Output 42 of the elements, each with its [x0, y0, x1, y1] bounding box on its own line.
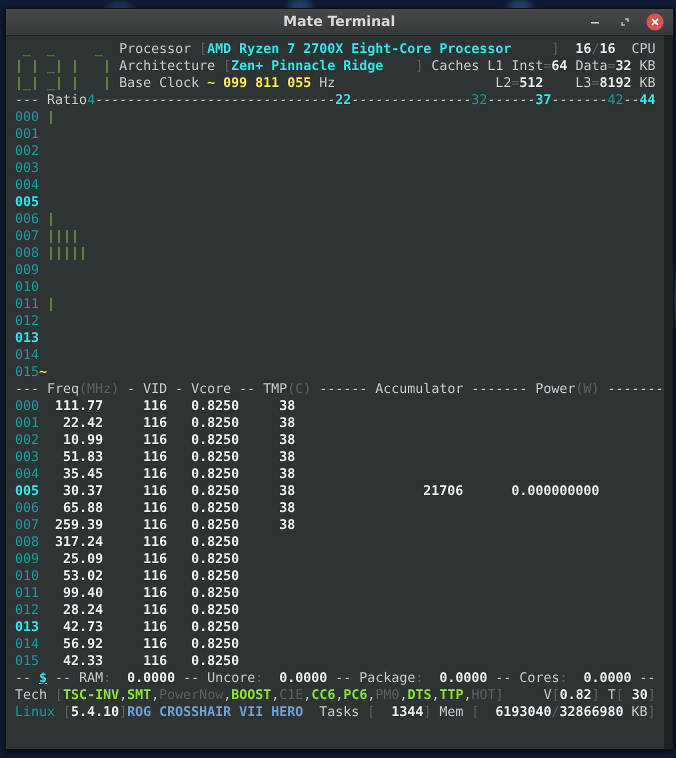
- terminal-line: 008 317.24 116 0.8250: [15, 534, 240, 551]
- terminal-line: 014 56.92 116 0.8250: [15, 636, 240, 653]
- terminal-line: 005: [15, 194, 40, 211]
- terminal-line: 013 42.73 116 0.8250: [15, 619, 240, 636]
- terminal-line: 012: [15, 313, 40, 330]
- terminal-line: 001 22.42 116 0.8250 38: [15, 415, 296, 432]
- terminal-line: 009: [15, 262, 40, 279]
- terminal-line: 007 259.39 116 0.8250 38: [15, 517, 296, 534]
- restore-icon: [620, 17, 630, 27]
- terminal-line: 000 111.77 116 0.8250 38: [15, 398, 296, 415]
- close-button[interactable]: [644, 12, 664, 32]
- terminal-line: 001: [15, 126, 40, 143]
- terminal-line: 004: [15, 177, 40, 194]
- terminal-line: -- $ -- RAM: 0.0000 -- Uncore: 0.0000 -- Package: 0.0000 -- Cores: 0.0000 --: [15, 670, 657, 687]
- terminal-line: 002 10.99 116 0.8250 38: [15, 432, 296, 449]
- terminal-line: 011 99.40 116 0.8250: [15, 585, 240, 602]
- terminal-line: 010: [15, 279, 40, 296]
- terminal-line: 003 51.83 116 0.8250 38: [15, 449, 296, 466]
- terminal-line: 011 |: [15, 296, 56, 313]
- terminal-line: 015~: [15, 364, 48, 381]
- terminal-line: 014: [15, 347, 40, 364]
- terminal-line: 012 28.24 116 0.8250: [15, 602, 240, 619]
- close-icon: [646, 13, 664, 31]
- terminal-line: 002: [15, 143, 40, 160]
- terminal-line: |_| _| | | Base Clock ~ 099 811 055 Hz L2=512 L3=8192 KB: [15, 75, 657, 92]
- terminal-line: 004 35.45 116 0.8250 38: [15, 466, 296, 483]
- window-title: Mate Terminal: [283, 14, 396, 30]
- terminal-line: --- Ratio4------------------------------22---------------32------37-------42--44: [15, 92, 657, 109]
- terminal-line: 008 |||||: [15, 245, 88, 262]
- terminal-line: | | _| | | Architecture [Zen+ Pinnacle Ridge ] Caches L1 Inst=64 Data=32 KB: [15, 58, 657, 75]
- terminal-line: Linux [5.4.10]ROG CROSSHAIR VII HERO Tasks [ 1344] Mem [ 6193040/32866980 KB]: [15, 704, 657, 721]
- terminal-line: 009 25.09 116 0.8250: [15, 551, 240, 568]
- terminal-line: 000 |: [15, 109, 56, 126]
- terminal-line: 006 |: [15, 211, 56, 228]
- terminal-line: _ _ _ Processor [AMD Ryzen 7 2700X Eight-Core Processor ] 16/16 CPU: [22, 41, 656, 58]
- terminal-line: 013: [15, 330, 40, 347]
- terminal-line: 010 53.02 116 0.8250: [15, 568, 240, 585]
- terminal-line: 006 65.88 116 0.8250 38: [15, 500, 296, 517]
- terminal-line: 007 ||||: [15, 228, 80, 245]
- terminal-line: 015 42.33 116 0.8250: [15, 653, 240, 670]
- terminal-line: 003: [15, 160, 40, 177]
- terminal-line: 005 30.37 116 0.8250 38 21706 0.000000000: [15, 483, 600, 500]
